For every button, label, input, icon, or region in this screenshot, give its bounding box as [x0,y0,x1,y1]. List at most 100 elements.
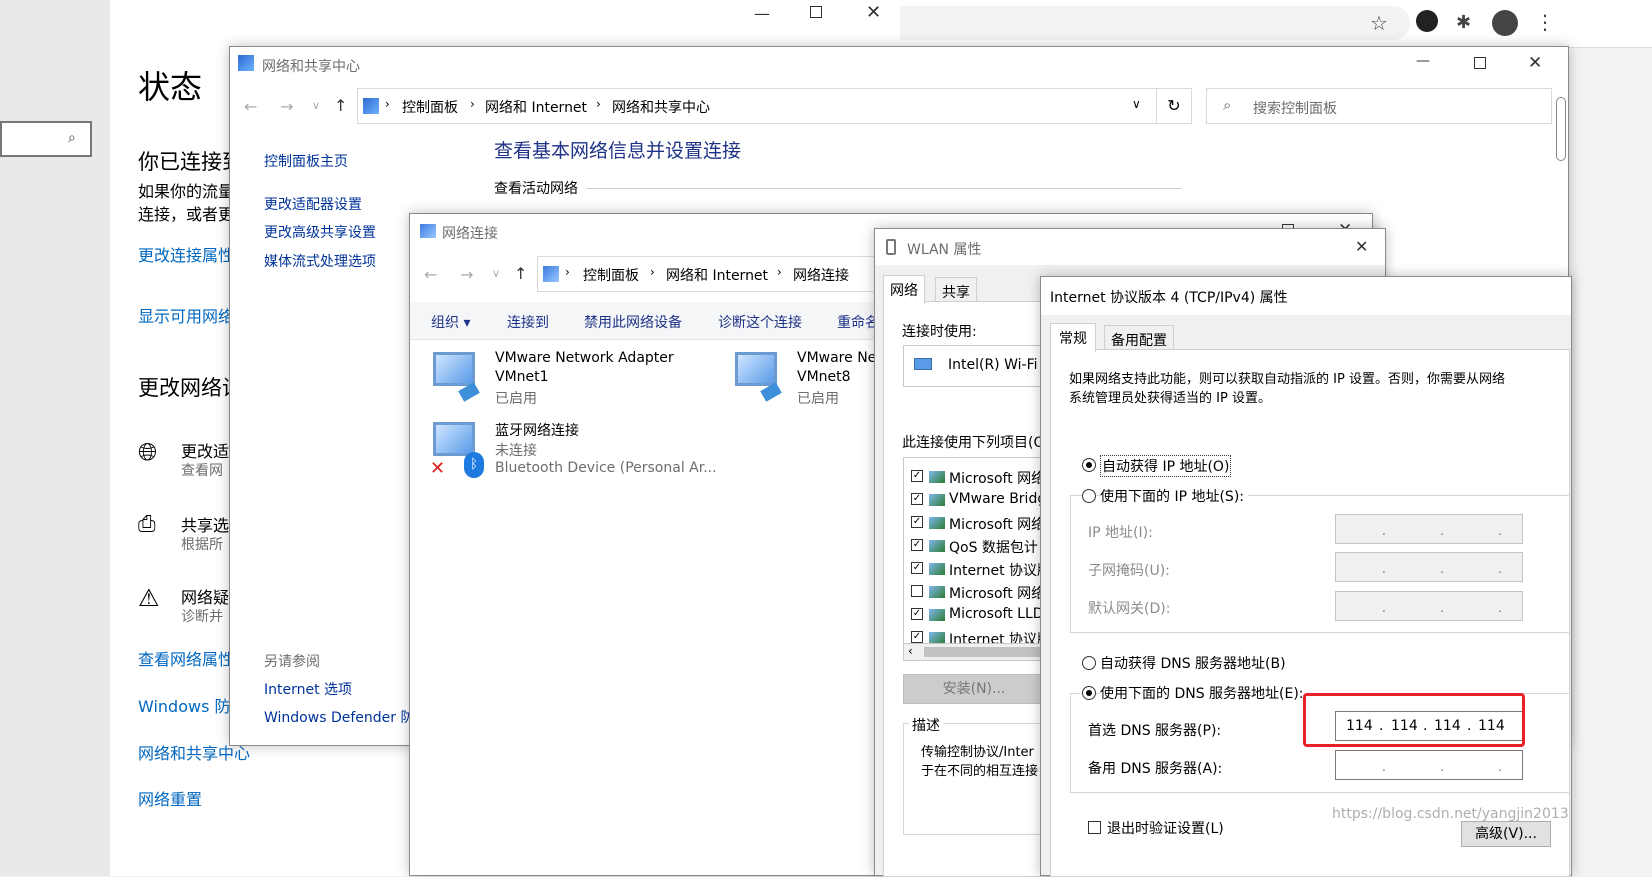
manual-ip-label[interactable]: 使用下面的 IP 地址(S): [1100,486,1248,506]
auto-dns-radio[interactable] [1082,656,1096,670]
network-center-icon [238,55,254,71]
evernote-icon[interactable] [1416,10,1438,32]
search-input[interactable]: ⌕ 搜索控制面板 [1206,88,1552,124]
defender-firewall-link[interactable]: Windows Defender 防 [264,707,414,727]
settings-search-input[interactable]: ⌕ [0,121,92,157]
nav-back-icon[interactable]: ← [424,265,437,284]
adapter-vmnet8[interactable]: VMware Ne VMnet8 已启用 [732,348,882,408]
crumb[interactable]: 控制面板 [402,97,458,117]
show-available-link[interactable]: 显示可用网络 [138,303,234,327]
item-checkbox[interactable]: ✓ [911,562,923,574]
crumb[interactable]: 网络和共享中心 [612,97,710,117]
rename-button[interactable]: 重命名 [837,312,879,332]
install-button[interactable]: 安装(N)... [903,674,1045,704]
alternate-dns-field[interactable]: ... [1335,750,1523,780]
item-label: VMware Bridg [949,491,1047,507]
auto-ip-label[interactable]: 自动获得 IP 地址(O) [1100,455,1232,477]
close-button[interactable]: ✕ [1355,237,1368,256]
item-checkbox[interactable]: ✓ [911,470,923,482]
bookmark-star-icon[interactable]: ☆ [1370,11,1388,35]
maximize-button[interactable] [1474,57,1486,69]
scroll-left-icon[interactable]: ‹ [908,644,913,658]
change-props-link[interactable]: 更改连接属性 [138,242,234,266]
chevron-down-icon[interactable]: ∨ [1132,97,1141,111]
adapter-status: Bluetooth Device (Personal Ar... [495,460,717,476]
octet-dot: . [1440,760,1444,774]
item-checkbox[interactable]: ✓ [911,631,923,643]
recent-chevron-icon[interactable]: ∨ [492,267,500,280]
adapter-status: 已启用 [797,391,839,407]
gateway-field[interactable]: ... [1335,591,1523,621]
adapter-vmnet1[interactable]: VMware Network Adapter VMnet1 已启用 [430,348,720,408]
close-button[interactable]: ✕ [1528,53,1542,73]
validate-checkbox[interactable] [1088,821,1101,834]
preferred-dns-label: 首选 DNS 服务器(P): [1088,723,1222,739]
active-networks-label: 查看活动网络 [494,181,578,197]
troubleshooter-item[interactable]: ⚠ 网络疑 诊断并 [138,584,238,629]
advanced-button[interactable]: 高级(V)... [1461,821,1551,847]
component-icon [929,471,945,483]
nav-up-icon[interactable]: ↑ [514,264,527,283]
extensions-icon[interactable]: ✱ [1456,12,1471,33]
nav-up-icon[interactable]: ↑ [334,96,347,115]
settings-desc-1: 如果你的流量 [138,182,235,201]
settings-minimize-button[interactable]: — [754,4,770,23]
manual-dns-radio[interactable] [1082,686,1096,700]
side-adapter-settings[interactable]: 更改适配器设置 [264,194,362,214]
view-network-props-link[interactable]: 查看网络属性 [138,646,234,670]
side-home[interactable]: 控制面板主页 [264,151,348,171]
ip-address-field[interactable]: ... [1335,514,1523,544]
tab-network[interactable]: 网络 [883,275,925,304]
titlebar: Internet 协议版本 4 (TCP/IPv4) 属性 [1041,277,1571,315]
nav-back-icon[interactable]: ← [244,97,257,116]
sharing-options-item[interactable]: ⎙ 共享选 根据所 [138,512,238,557]
profile-avatar-icon[interactable] [1492,10,1518,36]
minimize-button[interactable]: — [1416,53,1430,69]
auto-dns-label[interactable]: 自动获得 DNS 服务器地址(B) [1100,653,1286,673]
browser-menu-icon[interactable]: ⋮ [1535,10,1555,34]
side-media-streaming[interactable]: 媒体流式处理选项 [264,251,376,271]
dialog-title: WLAN 属性 [907,242,982,258]
adapter-options-item[interactable]: 🌐︎ 更改适 查看网 [138,438,238,483]
settings-close-button[interactable]: ✕ [866,2,881,23]
intro-text-2: 系统管理员处获得适当的 IP 设置。 [1069,391,1271,406]
settings-maximize-button[interactable] [810,6,822,18]
network-reset-link[interactable]: 网络重置 [138,786,202,810]
item-checkbox[interactable]: ✓ [911,516,923,528]
subnet-mask-field[interactable]: ... [1335,552,1523,582]
refresh-button[interactable]: ↻ [1156,88,1192,124]
disable-device-button[interactable]: 禁用此网络设备 [584,312,682,332]
item-checkbox[interactable]: ✓ [911,493,923,505]
address-bar[interactable] [900,6,1410,40]
auto-ip-radio[interactable] [1082,458,1096,472]
tab-general[interactable]: 常规 [1050,323,1096,352]
diagnose-button[interactable]: 诊断这个连接 [718,312,802,332]
crumb[interactable]: 控制面板 [583,265,639,285]
nav-forward-icon[interactable]: → [460,265,473,284]
item-subtitle: 查看网 [181,463,223,479]
ip-address-label: IP 地址(I): [1088,525,1153,541]
crumb[interactable]: 网络连接 [793,265,849,285]
manual-ip-radio[interactable] [1082,489,1096,503]
scrollbar[interactable] [1556,97,1566,161]
organize-menu[interactable]: 组织 ▾ [431,312,470,332]
crumb[interactable]: 网络和 Internet [485,97,587,117]
nav-forward-icon[interactable]: → [280,97,293,116]
item-checkbox[interactable]: ✓ [911,608,923,620]
adapter-bluetooth[interactable]: ✕ ᛒ 蓝牙网络连接 未连接 Bluetooth Device (Persona… [430,418,740,480]
side-advanced-sharing[interactable]: 更改高级共享设置 [264,222,376,242]
validate-label[interactable]: 退出时验证设置(L) [1107,818,1224,838]
firewall-link[interactable]: Windows 防 [138,693,231,717]
crumb[interactable]: 网络和 Internet [666,265,768,285]
description-label: 描述 [909,715,943,735]
crumb-sep-icon: › [385,97,390,111]
item-checkbox[interactable]: ✓ [911,539,923,551]
breadcrumb[interactable]: › 控制面板 › 网络和 Internet › 网络和共享中心 ∨ [357,88,1157,124]
octet-dot: . [1440,524,1444,538]
connect-to-button[interactable]: 连接到 [507,312,549,332]
item-title: 网络疑 [181,588,230,607]
internet-options-link[interactable]: Internet 选项 [264,679,352,699]
manual-dns-label[interactable]: 使用下面的 DNS 服务器地址(E): [1100,683,1308,703]
recent-chevron-icon[interactable]: ∨ [312,99,320,112]
item-checkbox[interactable] [911,585,923,597]
